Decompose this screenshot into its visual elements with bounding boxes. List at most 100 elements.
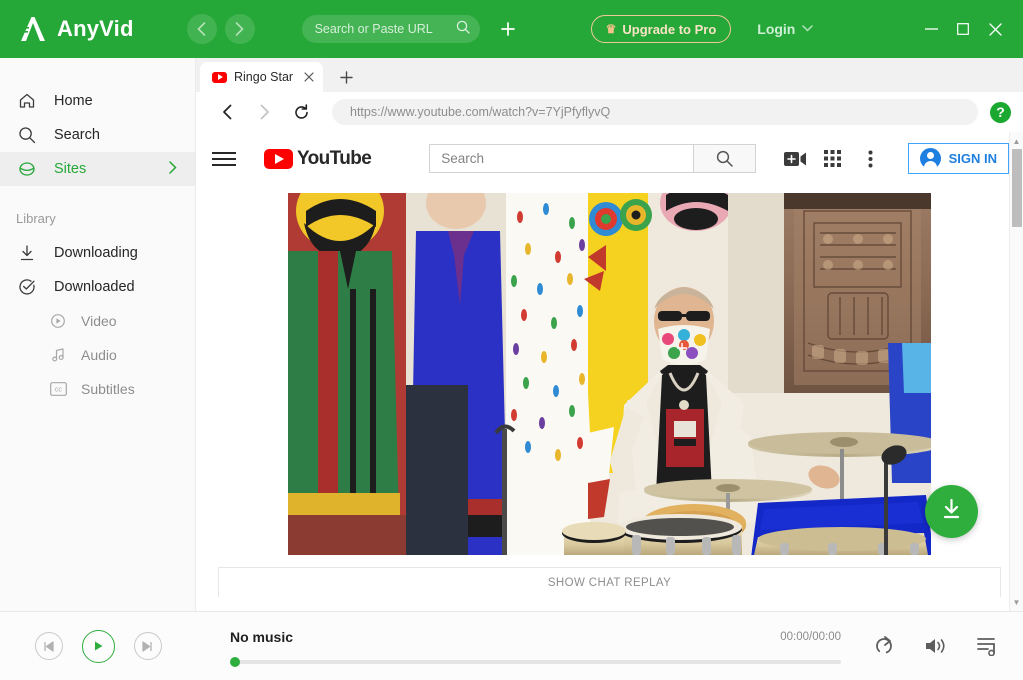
playlist-icon[interactable] <box>971 629 1005 663</box>
new-tab-button[interactable] <box>331 62 361 92</box>
sidebar: Home Search Sites Library Downloading Do… <box>0 58 196 611</box>
login-label: Login <box>757 21 796 37</box>
youtube-header: YouTube Search SIGN IN <box>196 132 1023 185</box>
app-logo: AnyVid <box>18 14 134 44</box>
sidebar-item-search[interactable]: Search <box>0 118 195 152</box>
check-circle-icon <box>16 278 38 296</box>
nav-forward-button[interactable] <box>224 14 255 44</box>
hamburger-menu-icon[interactable] <box>212 151 236 166</box>
sidebar-item-audio[interactable]: Audio <box>0 338 195 372</box>
now-playing-title: No music <box>230 628 294 645</box>
sidebar-item-downloaded[interactable]: Downloaded <box>0 270 195 304</box>
sidebar-item-label: Video <box>81 313 117 329</box>
scrollbar-thumb[interactable] <box>1012 149 1022 227</box>
volume-icon[interactable] <box>919 629 953 663</box>
chevron-right-icon <box>169 161 177 177</box>
browser-tabstrip: Ringo Star <box>196 58 1023 92</box>
window-controls <box>915 14 1023 44</box>
help-circle-icon[interactable]: ? <box>990 101 1011 123</box>
add-download-button[interactable] <box>497 18 519 40</box>
account-avatar-icon <box>919 148 941 169</box>
video-frame <box>288 193 931 555</box>
sidebar-item-label: Home <box>54 93 93 109</box>
anyvid-logo-icon <box>18 14 48 44</box>
help-label: ? <box>996 104 1005 120</box>
sidebar-item-video[interactable]: Video <box>0 304 195 338</box>
play-button[interactable] <box>81 629 115 663</box>
apps-grid-icon[interactable] <box>816 142 850 176</box>
browser-reload-button[interactable] <box>288 99 315 126</box>
now-playing: No music 00:00/00:00 <box>230 628 841 667</box>
close-icon[interactable] <box>979 14 1011 44</box>
sidebar-item-sites[interactable]: Sites <box>0 152 195 186</box>
download-fab-button[interactable] <box>925 485 978 538</box>
youtube-favicon <box>212 71 227 83</box>
minimize-icon[interactable] <box>915 14 947 44</box>
youtube-signin-button[interactable]: SIGN IN <box>907 143 1009 174</box>
crown-icon: ♛ <box>605 22 617 36</box>
browser-tab[interactable]: Ringo Star <box>200 62 324 92</box>
maximize-icon[interactable] <box>947 14 979 44</box>
play-circle-icon <box>48 313 68 329</box>
global-search-box[interactable]: Search or Paste URL <box>301 15 480 43</box>
app-name: AnyVid <box>57 16 134 41</box>
youtube-search-placeholder: Search <box>441 151 485 166</box>
closed-caption-icon: cc <box>48 382 68 396</box>
page-scrollbar[interactable]: ▲ ▼ <box>1009 132 1023 611</box>
sidebar-item-subtitles[interactable]: cc Subtitles <box>0 372 195 406</box>
app-titlebar: AnyVid Search or Paste URL ♛ Upgrade to … <box>0 0 1023 58</box>
repeat-icon[interactable] <box>867 629 901 663</box>
playback-time: 00:00/00:00 <box>780 630 841 643</box>
download-icon <box>939 497 964 527</box>
previous-track-button[interactable] <box>34 632 63 660</box>
show-chat-replay-button[interactable]: SHOW CHAT REPLAY <box>218 567 1001 597</box>
chevron-down-icon <box>802 24 814 35</box>
triangle-down-icon[interactable]: ▼ <box>1010 595 1023 609</box>
music-note-icon <box>48 347 68 363</box>
kebab-menu-icon[interactable] <box>854 142 888 176</box>
download-arrow-icon <box>16 244 38 262</box>
browser-addressbar: https://www.youtube.com/watch?v=7YjPfyfl… <box>196 92 1023 132</box>
upgrade-to-pro-label: Upgrade to Pro <box>622 21 717 37</box>
progress-handle[interactable] <box>230 656 240 667</box>
youtube-page: YouTube Search SIGN IN SHOW CHAT REPLAY <box>196 132 1023 611</box>
youtube-search-button[interactable] <box>693 144 757 173</box>
sidebar-item-label: Downloaded <box>54 279 135 295</box>
library-section-title: Library <box>16 211 56 226</box>
video-player[interactable] <box>288 193 931 555</box>
sidebar-item-label: Downloading <box>54 245 138 261</box>
show-chat-replay-label: SHOW CHAT REPLAY <box>547 576 672 589</box>
svg-text:cc: cc <box>54 387 62 394</box>
browser-tab-title: Ringo Star <box>234 70 294 84</box>
youtube-search: Search <box>429 144 757 173</box>
browser-forward-button[interactable] <box>251 99 278 126</box>
triangle-up-icon[interactable]: ▲ <box>1010 134 1023 148</box>
sidebar-item-label: Sites <box>54 161 87 177</box>
nav-back-button[interactable] <box>186 14 217 44</box>
sidebar-item-label: Audio <box>81 347 117 363</box>
youtube-logo-icon[interactable]: YouTube <box>264 147 372 170</box>
youtube-signin-label: SIGN IN <box>948 151 997 166</box>
music-player-bar: No music 00:00/00:00 <box>0 611 1023 680</box>
embedded-browser: Ringo Star https://www.youtube.com/watch… <box>196 58 1023 611</box>
url-text: https://www.youtube.com/watch?v=7YjPfyfl… <box>350 105 611 119</box>
home-icon <box>16 92 38 110</box>
search-icon <box>16 126 38 144</box>
progress-slider[interactable] <box>230 656 841 667</box>
video-camera-plus-icon[interactable] <box>778 142 812 176</box>
login-menu[interactable]: Login <box>757 21 814 37</box>
youtube-search-input[interactable]: Search <box>429 144 694 173</box>
sidebar-item-label: Subtitles <box>81 381 135 397</box>
browser-back-button[interactable] <box>214 99 241 126</box>
upgrade-to-pro-button[interactable]: ♛ Upgrade to Pro <box>590 15 732 43</box>
sidebar-item-home[interactable]: Home <box>0 84 195 118</box>
youtube-logo-text: YouTube <box>297 147 372 169</box>
search-icon <box>456 20 470 39</box>
url-input[interactable]: https://www.youtube.com/watch?v=7YjPfyfl… <box>332 99 978 125</box>
global-search-placeholder: Search or Paste URL <box>314 22 433 36</box>
sidebar-item-downloading[interactable]: Downloading <box>0 236 195 270</box>
close-icon[interactable] <box>304 70 314 85</box>
sidebar-item-label: Search <box>54 127 100 143</box>
next-track-button[interactable] <box>133 632 162 660</box>
globe-icon <box>16 160 38 178</box>
